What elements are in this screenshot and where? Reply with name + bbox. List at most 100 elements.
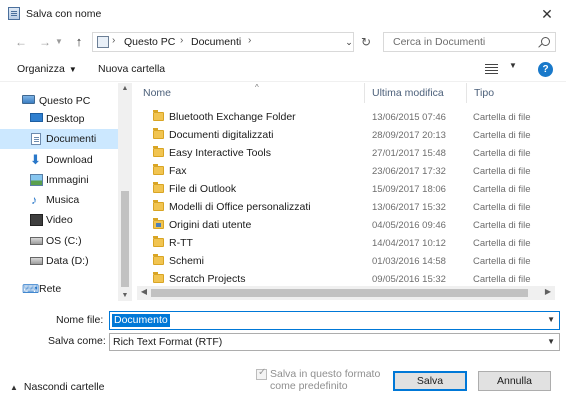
search-input[interactable]: Cerca in Documenti (383, 32, 556, 52)
column-header-modified[interactable]: Ultima modifica (366, 83, 467, 103)
chevron-down-icon: ▼ (68, 65, 77, 74)
sidebar-item-documenti[interactable]: Documenti (0, 129, 118, 149)
navigation-pane: Questo PC Desktop Documenti ⬇ Download I… (0, 83, 132, 301)
savetype-label: Salva come: (48, 335, 106, 347)
file-type: Cartella di file (473, 256, 531, 267)
folder-icon (153, 236, 164, 247)
file-row[interactable]: Easy Interactive Tools 27/01/2017 15:48 … (137, 144, 555, 162)
file-row[interactable]: Bluetooth Exchange Folder 13/06/2015 07:… (137, 108, 555, 126)
chevron-down-icon: ▼ (509, 61, 517, 70)
savetype-select[interactable]: Rich Text Format (RTF) ▼ (109, 333, 560, 351)
file-row[interactable]: Origini dati utente 04/05/2016 09:46 Car… (137, 216, 555, 234)
sidebar-item-download[interactable]: ⬇ Download (0, 150, 118, 170)
title-bar: Salva con nome ✕ (0, 0, 566, 28)
documents-icon (31, 133, 41, 145)
file-name: Scratch Projects (169, 273, 246, 285)
filename-field[interactable]: Documento ▼ (109, 311, 560, 330)
organize-button[interactable]: Organizza ▼ (17, 63, 77, 75)
sidebar-item-rete[interactable]: ⌨ Rete (0, 279, 118, 299)
hide-folders-button[interactable]: ▲ Nascondi cartelle (10, 381, 104, 393)
recent-locations-icon[interactable]: ▼ (50, 33, 68, 51)
sidebar-item-immagini[interactable]: Immagini (0, 170, 118, 190)
sidebar-item-questo-pc[interactable]: Questo PC (0, 91, 118, 111)
scrollbar-thumb[interactable] (151, 289, 528, 297)
hide-folders-label: Nascondi cartelle (23, 381, 105, 393)
file-row[interactable]: Schemi 01/03/2016 14:58 Cartella di file (137, 252, 555, 270)
file-modified: 23/06/2017 17:32 (372, 166, 446, 177)
sidebar-item-video[interactable]: Video (0, 210, 118, 230)
folder-icon (153, 110, 164, 121)
file-name: Bluetooth Exchange Folder (169, 111, 296, 123)
file-type: Cartella di file (473, 166, 531, 177)
file-name: Schemi (169, 255, 205, 267)
sidebar-item-label: Download (46, 154, 93, 166)
video-icon (30, 214, 43, 226)
computer-icon (97, 36, 109, 48)
sidebar-item-label: Musica (46, 194, 80, 206)
up-button[interactable]: ↑ (70, 33, 88, 51)
refresh-button[interactable]: ↻ (358, 32, 374, 52)
sidebar-item-label: Data (D:) (46, 255, 89, 267)
sidebar-item-musica[interactable]: ♪ Musica (0, 190, 118, 210)
file-row[interactable]: File di Outlook 15/09/2017 18:06 Cartell… (137, 180, 555, 198)
save-button[interactable]: Salva (393, 371, 467, 391)
scroll-down-icon[interactable]: ▼ (118, 292, 132, 299)
navigation-pane-scrollbar[interactable]: ▲ ▼ (118, 83, 132, 301)
sidebar-item-os-c[interactable]: OS (C:) (0, 231, 118, 251)
breadcrumb-questo-pc[interactable]: Questo PC (124, 36, 175, 48)
sidebar-item-label: Rete (39, 283, 62, 295)
file-modified: 27/01/2017 15:48 (372, 148, 446, 159)
file-type: Cartella di file (473, 130, 531, 141)
scroll-right-icon[interactable]: ▶ (541, 287, 555, 296)
file-name: R-TT (169, 237, 193, 249)
chevron-down-icon: ▼ (547, 337, 555, 346)
scroll-left-icon[interactable]: ◀ (137, 287, 151, 296)
file-type: Cartella di file (473, 148, 531, 159)
file-row[interactable]: Documenti digitalizzati 28/09/2017 20:13… (137, 126, 555, 144)
column-header-label: Nome (143, 87, 172, 99)
file-list-horizontal-scrollbar[interactable]: ◀ ▶ (137, 286, 555, 300)
sidebar-item-label: Questo PC (39, 95, 91, 107)
file-modified: 13/06/2015 07:46 (372, 112, 446, 123)
pc-icon (22, 95, 35, 104)
file-name: Modelli di Office personalizzati (169, 201, 311, 213)
file-type: Cartella di file (473, 238, 531, 249)
file-row[interactable]: Fax 23/06/2017 17:32 Cartella di file (137, 162, 555, 180)
cancel-button[interactable]: Annulla (478, 371, 551, 391)
chevron-up-icon: ▲ (10, 383, 18, 392)
drive-icon (30, 237, 43, 245)
sidebar-item-label: Video (46, 214, 73, 226)
command-bar: Organizza ▼ Nuova cartella ▼ (0, 56, 566, 82)
scroll-up-icon[interactable]: ▲ (118, 85, 132, 92)
sidebar-item-desktop[interactable]: Desktop (0, 109, 118, 129)
close-button[interactable]: ✕ (536, 4, 558, 24)
column-header-type[interactable]: Tipo (468, 83, 555, 103)
file-modified: 09/05/2016 15:32 (372, 274, 446, 285)
new-folder-button[interactable]: Nuova cartella (98, 63, 165, 75)
sidebar-item-label: OS (C:) (46, 235, 82, 247)
file-row[interactable]: R-TT 14/04/2017 10:12 Cartella di file (137, 234, 555, 252)
breadcrumb-separator: › (248, 35, 252, 46)
default-format-checkbox[interactable] (256, 367, 267, 380)
view-options-button[interactable]: ▼ (485, 61, 519, 75)
back-button[interactable]: ← (12, 33, 30, 51)
save-dialog-icon (8, 7, 20, 20)
data-sources-folder-icon (153, 218, 164, 229)
breadcrumb-documenti[interactable]: Documenti (191, 36, 241, 48)
scrollbar-thumb[interactable] (121, 191, 129, 287)
default-format-label: Salva in questo formato come predefinito (270, 368, 381, 392)
address-bar[interactable]: › Questo PC › Documenti › (92, 32, 354, 52)
column-header-name[interactable]: Nome ^ (137, 83, 365, 103)
file-type: Cartella di file (473, 274, 531, 285)
savetype-value: Rich Text Format (RTF) (113, 336, 223, 348)
file-name: File di Outlook (169, 183, 237, 195)
file-list: Nome ^ Ultima modifica Tipo Bluetooth Exc… (137, 83, 555, 301)
file-modified: 01/03/2016 14:58 (372, 256, 446, 267)
file-row[interactable]: Modelli di Office personalizzati 13/06/2… (137, 198, 555, 216)
download-icon: ⬇ (30, 152, 41, 167)
breadcrumb-separator: › (180, 35, 184, 46)
chevron-down-icon[interactable]: ▼ (547, 315, 555, 324)
help-button[interactable]: ? (538, 62, 553, 77)
address-dropdown-button[interactable]: ⌄ (342, 33, 356, 51)
sidebar-item-data-d[interactable]: Data (D:) (0, 251, 118, 271)
